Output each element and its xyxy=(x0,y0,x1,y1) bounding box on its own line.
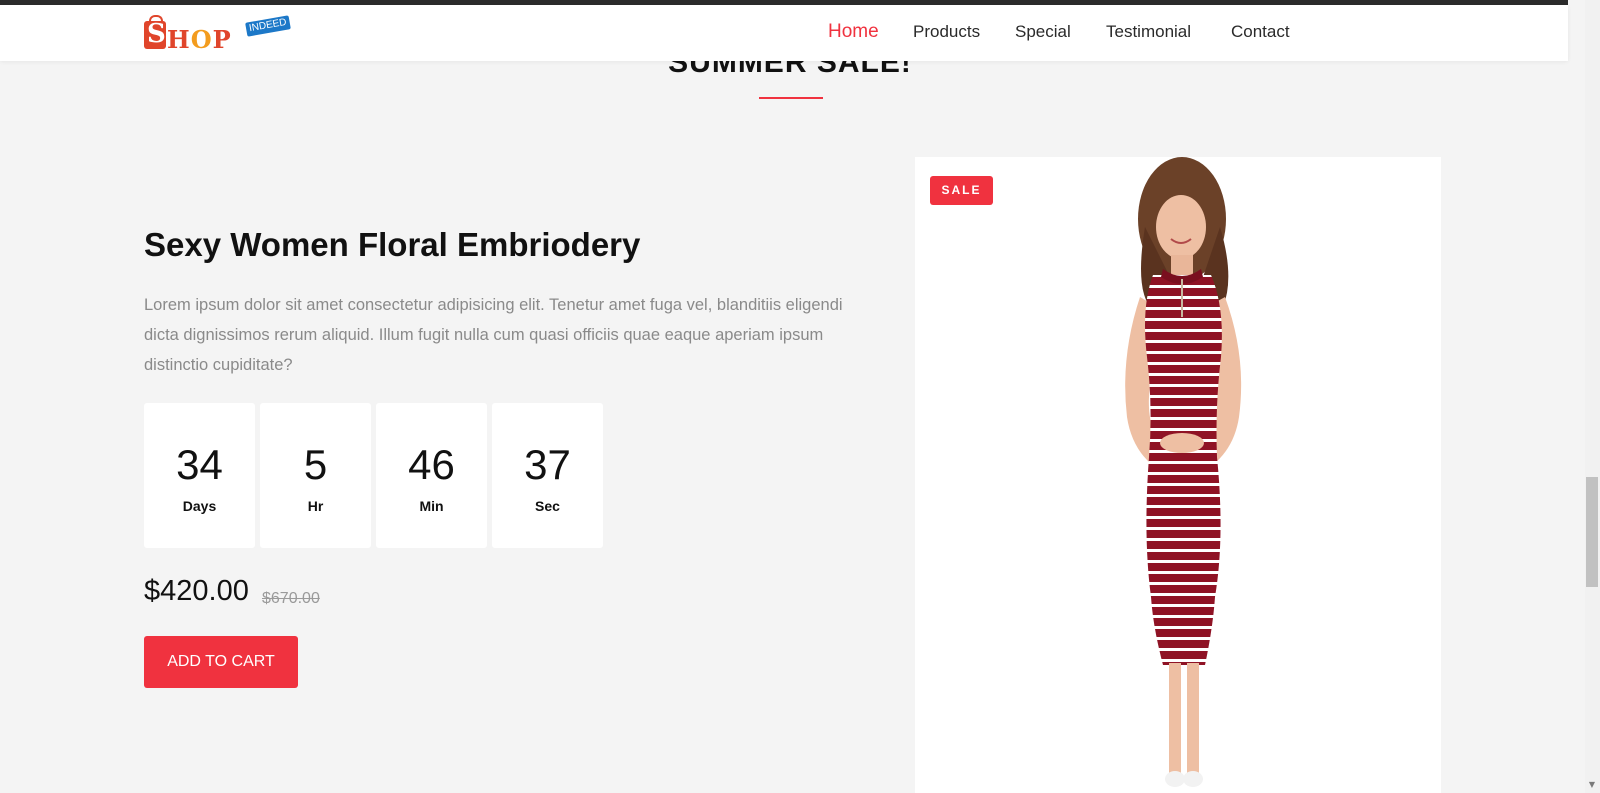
countdown-seconds: 37 Sec xyxy=(492,403,603,548)
site-header: S HOP INDEED Home Products Special Testi… xyxy=(0,5,1568,61)
countdown-minutes-value: 46 xyxy=(408,441,455,488)
product-name: Sexy Women Floral Embriodery xyxy=(144,226,641,263)
nav-home[interactable]: Home xyxy=(828,21,879,43)
page-scrollbar[interactable] xyxy=(1585,0,1600,793)
main-nav: Home Products Special Testimonial Contac… xyxy=(0,21,1568,46)
countdown-minutes-label: Min xyxy=(419,498,444,514)
countdown-hours-value: 5 xyxy=(303,441,328,488)
sale-price: $420.00 xyxy=(144,575,249,607)
countdown-days-label: Days xyxy=(182,498,217,514)
countdown-days-value: 34 xyxy=(176,441,223,488)
scrollbar-thumb[interactable] xyxy=(1586,477,1598,587)
model-in-striped-dress-image xyxy=(1125,157,1242,787)
countdown-seconds-label: Sec xyxy=(535,498,560,514)
nav-products[interactable]: Products xyxy=(913,22,980,42)
nav-special[interactable]: Special xyxy=(1015,22,1071,42)
original-price: $670.00 xyxy=(262,590,320,607)
sale-badge: SALE xyxy=(930,176,993,205)
countdown-seconds-value: 37 xyxy=(524,441,571,488)
countdown-hours: 5 Hr xyxy=(260,403,371,548)
product-image[interactable]: SALE xyxy=(915,157,1441,793)
product-description: Lorem ipsum dolor sit amet consectetur a… xyxy=(144,296,843,374)
countdown-minutes: 46 Min xyxy=(376,403,487,548)
add-to-cart-button[interactable]: ADD TO CART xyxy=(144,636,298,688)
countdown-hours-label: Hr xyxy=(307,498,324,514)
scroll-down-arrow-icon[interactable]: ▼ xyxy=(1586,780,1598,790)
title-underline xyxy=(759,97,823,99)
countdown-days: 34 Days xyxy=(144,403,255,548)
countdown-timer: 34 Days 5 Hr 46 Min 37 Sec xyxy=(144,403,614,548)
nav-contact[interactable]: Contact xyxy=(1231,22,1290,42)
nav-testimonial[interactable]: Testimonial xyxy=(1106,22,1191,42)
